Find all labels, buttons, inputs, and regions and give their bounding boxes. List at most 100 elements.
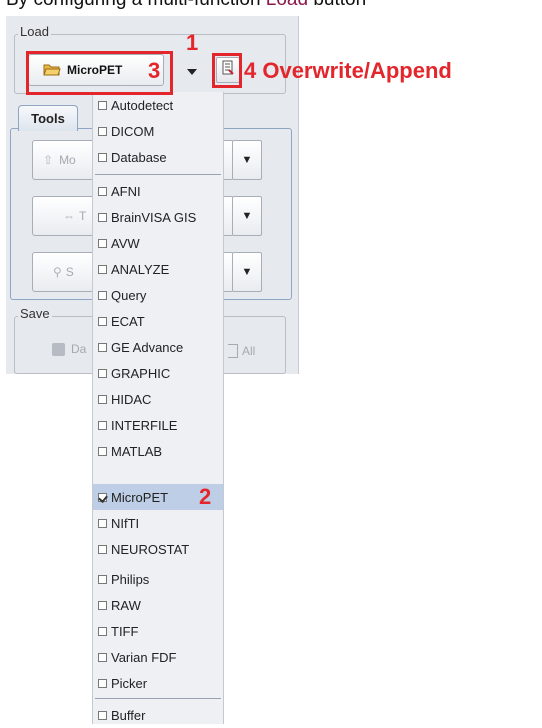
save-data-button[interactable]: Da [52,342,86,356]
caption-suffix: button [313,0,366,10]
menu-item-nifti[interactable]: NIfTI [93,510,223,536]
menu-item-afni[interactable]: AFNI [93,178,223,204]
checkbox-icon [98,394,107,404]
save-all-label: All [242,344,256,358]
menu-item-label: NIfTI [111,515,140,531]
menu-item-varian-fdf[interactable]: Varian FDF [93,644,223,670]
menu-item-label: Autodetect [111,97,174,113]
transform-icon: ⇔ [63,209,75,223]
menu-item-label: Database [111,149,167,165]
menu-item-label: DICOM [111,123,155,139]
annotation-number-1: 1 [186,30,199,55]
menu-item-label: NEUROSTAT [111,541,190,557]
checkbox-icon [228,344,238,358]
menu-item-picker[interactable]: Picker [93,670,223,696]
segment-icon: ⚲ [53,265,62,279]
menu-item-label: ANALYZE [111,261,170,277]
tool-3-dropdown[interactable]: ▼ [232,252,262,292]
checkbox-icon [98,600,107,610]
tool-button-3-label: S [65,265,74,279]
save-data-label: Da [71,342,87,356]
checkbox-icon [98,342,107,352]
checkbox-icon [98,186,107,196]
menu-item-label: RAW [111,597,141,613]
menu-item-label: ECAT [111,313,145,329]
tab-tools[interactable]: Tools [18,105,78,131]
menu-item-matlab[interactable]: MATLAB [93,438,223,464]
caption: By configuring a multi-function Load but… [6,0,366,11]
menu-item-label: TIFF [111,623,139,639]
menu-item-hidac[interactable]: HIDAC [93,386,223,412]
disk-icon [52,342,65,356]
checkbox-icon [98,238,107,248]
checked-checkbox-icon [98,492,107,502]
tool-button-1-label: Mo [59,153,76,167]
checkbox-icon [98,678,107,688]
menu-item-interfile[interactable]: INTERFILE [93,412,223,438]
save-legend: Save [18,306,52,321]
menu-item-neurostat[interactable]: NEUROSTAT [93,536,223,562]
chevron-down-icon: ▼ [241,266,253,278]
menu-item-label: Picker [111,675,148,691]
checkbox-icon [98,264,107,274]
checkbox-icon [98,152,107,162]
menu-item-label: GRAPHIC [111,365,171,381]
menu-item-query[interactable]: Query [93,282,223,308]
chevron-down-icon: ▼ [241,154,253,166]
checkbox-icon [98,212,107,222]
chevron-down-icon: ▼ [241,210,253,222]
menu-item-tiff[interactable]: TIFF [93,618,223,644]
menu-item-label: HIDAC [111,391,152,407]
checkbox-icon [98,316,107,326]
menu-item-ge-advance[interactable]: GE Advance [93,334,223,360]
menu-separator [95,174,221,175]
menu-item-brainvisa-gis[interactable]: BrainVISA GIS [93,204,223,230]
menu-item-raw[interactable]: RAW [93,592,223,618]
checkbox-icon [98,420,107,430]
tool-2-dropdown[interactable]: ▼ [232,196,262,236]
menu-item-label: MicroPET [111,489,169,505]
annotation-number-2: 2 [199,484,212,509]
annotation-overwrite-append: 4 Overwrite/Append [244,58,452,83]
menu-item-philips[interactable]: Philips [93,566,223,592]
menu-item-ecat[interactable]: ECAT [93,308,223,334]
menu-item-dicom[interactable]: DICOM [93,118,223,144]
load-legend: Load [18,24,51,39]
move-icon: ⇧ [43,153,54,167]
menu-item-analyze[interactable]: ANALYZE [93,256,223,282]
menu-item-database[interactable]: Database [93,144,223,170]
checkbox-icon [98,518,107,528]
menu-item-label: Philips [111,571,150,587]
menu-item-graphic[interactable]: GRAPHIC [93,360,223,386]
menu-item-buffer[interactable]: Buffer [93,702,223,728]
caption-keyword: Load [266,0,308,10]
menu-item-autodetect[interactable]: Autodetect [93,92,223,118]
checkbox-icon [98,100,107,110]
menu-item-label: INTERFILE [111,417,178,433]
menu-item-label: Varian FDF [111,649,177,665]
save-all-checkbox[interactable]: All [228,344,255,358]
menu-item-label: GE Advance [111,339,184,355]
menu-item-avw[interactable]: AVW [93,230,223,256]
checkbox-icon [98,126,107,136]
menu-item-label: AVW [111,235,140,251]
menu-item-label: MATLAB [111,443,163,459]
tool-1-dropdown[interactable]: ▼ [232,140,262,180]
menu-separator [95,698,221,699]
annotation-box-append-button [212,53,242,88]
menu-item-label: Buffer [111,707,146,723]
checkbox-icon [98,574,107,584]
menu-item-label: Query [111,287,147,303]
checkbox-icon [98,446,107,456]
checkbox-icon [98,710,107,720]
menu-item-label: AFNI [111,183,141,199]
checkbox-icon [98,544,107,554]
annotation-number-3: 3 [148,58,161,83]
checkbox-icon [98,652,107,662]
load-dropdown-arrow-icon[interactable] [186,64,198,75]
checkbox-icon [98,290,107,300]
menu-item-label: BrainVISA GIS [111,209,197,225]
caption-prefix: By configuring a multi-function [6,0,261,10]
checkbox-icon [98,368,107,378]
format-dropdown-menu: Autodetect DICOM Database AFNI BrainVISA… [92,92,224,724]
